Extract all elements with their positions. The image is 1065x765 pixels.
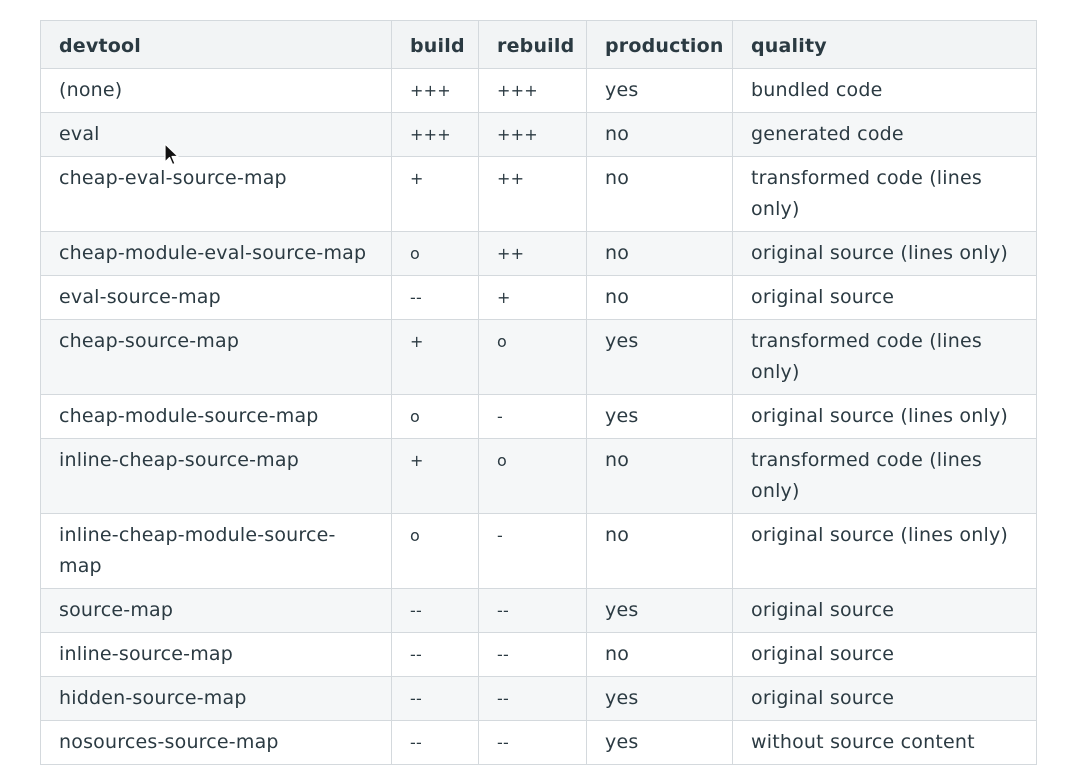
cell-build: o [391, 513, 479, 589]
cell-quality: original source [732, 275, 1037, 320]
table-row: eval-source-map -- + no original source [40, 275, 1037, 320]
cell-devtool: cheap-module-eval-source-map [40, 231, 392, 276]
cell-production: no [586, 275, 733, 320]
cell-rebuild: o [478, 438, 587, 514]
table-row: cheap-module-source-map o - yes original… [40, 394, 1037, 439]
cell-rebuild: +++ [478, 112, 587, 157]
cell-devtool: inline-cheap-module-source-map [40, 513, 392, 589]
table-row: cheap-source-map + o yes transformed cod… [40, 319, 1037, 395]
cell-rebuild: -- [478, 632, 587, 677]
cell-quality: transformed code (lines only) [732, 156, 1037, 232]
cell-quality: without source content [732, 720, 1037, 765]
header-rebuild: rebuild [478, 20, 587, 69]
cell-rebuild: +++ [478, 68, 587, 113]
cell-production: no [586, 231, 733, 276]
cell-production: no [586, 112, 733, 157]
cell-rebuild: - [478, 513, 587, 589]
table-row: nosources-source-map -- -- yes without s… [40, 720, 1037, 765]
table-row: cheap-module-eval-source-map o ++ no ori… [40, 231, 1037, 276]
cell-build: -- [391, 632, 479, 677]
cell-build: +++ [391, 112, 479, 157]
cell-devtool: hidden-source-map [40, 676, 392, 721]
cell-quality: original source [732, 632, 1037, 677]
cell-devtool: inline-cheap-source-map [40, 438, 392, 514]
cell-build: -- [391, 720, 479, 765]
header-quality: quality [732, 20, 1037, 69]
cell-build: -- [391, 676, 479, 721]
cell-production: yes [586, 68, 733, 113]
cell-quality: original source [732, 588, 1037, 633]
cell-devtool: eval-source-map [40, 275, 392, 320]
cell-build: o [391, 231, 479, 276]
cell-quality: original source (lines only) [732, 513, 1037, 589]
cell-build: + [391, 438, 479, 514]
cell-rebuild: ++ [478, 231, 587, 276]
cell-rebuild: -- [478, 588, 587, 633]
cell-rebuild: ++ [478, 156, 587, 232]
table-header-row: devtool build rebuild production quality [40, 20, 1037, 69]
cell-rebuild: - [478, 394, 587, 439]
header-production: production [586, 20, 733, 69]
cell-rebuild: + [478, 275, 587, 320]
cell-devtool: cheap-module-source-map [40, 394, 392, 439]
table-row: eval +++ +++ no generated code [40, 112, 1037, 157]
table-row: inline-source-map -- -- no original sour… [40, 632, 1037, 677]
cell-quality: original source [732, 676, 1037, 721]
cell-devtool: eval [40, 112, 392, 157]
devtool-comparison-table-container: devtool build rebuild production quality… [40, 20, 1037, 765]
cell-production: yes [586, 720, 733, 765]
cell-build: + [391, 156, 479, 232]
cell-quality: original source (lines only) [732, 231, 1037, 276]
cell-devtool: inline-source-map [40, 632, 392, 677]
cell-production: yes [586, 394, 733, 439]
cell-production: no [586, 632, 733, 677]
cell-build: -- [391, 588, 479, 633]
table-row: source-map -- -- yes original source [40, 588, 1037, 633]
cell-production: yes [586, 588, 733, 633]
cell-quality: transformed code (lines only) [732, 438, 1037, 514]
cell-devtool: cheap-source-map [40, 319, 392, 395]
cell-production: no [586, 156, 733, 232]
cell-build: -- [391, 275, 479, 320]
cell-quality: original source (lines only) [732, 394, 1037, 439]
devtool-comparison-table: devtool build rebuild production quality… [40, 20, 1037, 765]
cell-devtool: source-map [40, 588, 392, 633]
table-row: hidden-source-map -- -- yes original sou… [40, 676, 1037, 721]
table-row: inline-cheap-source-map + o no transform… [40, 438, 1037, 514]
cell-build: +++ [391, 68, 479, 113]
cell-production: no [586, 438, 733, 514]
table-row: inline-cheap-module-source-map o - no or… [40, 513, 1037, 589]
cell-quality: generated code [732, 112, 1037, 157]
cell-rebuild: o [478, 319, 587, 395]
cell-production: yes [586, 319, 733, 395]
cell-production: yes [586, 676, 733, 721]
mouse-pointer-icon [164, 143, 179, 166]
header-devtool: devtool [40, 20, 392, 69]
cell-rebuild: -- [478, 720, 587, 765]
header-build: build [391, 20, 479, 69]
cell-devtool: cheap-eval-source-map [40, 156, 392, 232]
cell-rebuild: -- [478, 676, 587, 721]
cell-build: o [391, 394, 479, 439]
cell-production: no [586, 513, 733, 589]
table-row: cheap-eval-source-map + ++ no transforme… [40, 156, 1037, 232]
table-row: (none) +++ +++ yes bundled code [40, 68, 1037, 113]
cell-devtool: nosources-source-map [40, 720, 392, 765]
cell-quality: transformed code (lines only) [732, 319, 1037, 395]
cell-build: + [391, 319, 479, 395]
cell-devtool: (none) [40, 68, 392, 113]
cell-quality: bundled code [732, 68, 1037, 113]
